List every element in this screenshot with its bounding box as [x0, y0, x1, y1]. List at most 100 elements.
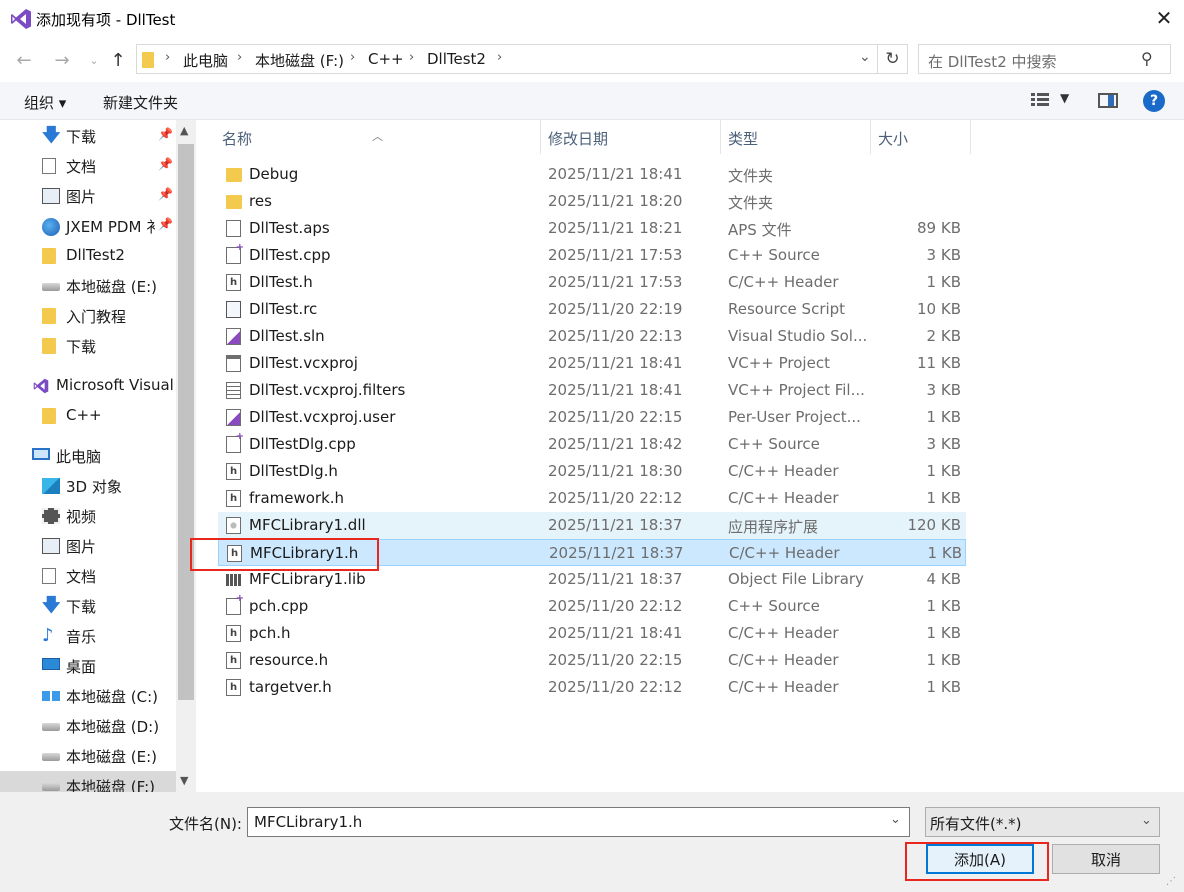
- preview-pane-icon[interactable]: [1098, 93, 1118, 108]
- column-divider[interactable]: [720, 120, 721, 154]
- file-row[interactable]: DllTest.vcxproj.user 2025/11/20 22:15 Per-…: [218, 404, 966, 431]
- search-input[interactable]: 在 DllTest2 中搜索: [928, 51, 1057, 72]
- file-type: 应用程序扩展: [728, 518, 819, 536]
- resize-grip-icon[interactable]: ⋰: [1166, 876, 1176, 887]
- pin-icon[interactable]: 📌: [158, 217, 173, 231]
- pin-icon[interactable]: 📌: [158, 187, 173, 201]
- file-row[interactable]: DllTest.sln 2025/11/20 22:13 Visual Studio…: [218, 323, 966, 350]
- view-details-icon[interactable]: [1031, 93, 1049, 107]
- refresh-icon[interactable]: ↻: [877, 45, 907, 73]
- file-row[interactable]: DllTest.vcxproj.filters 2025/11/21 18:41 V…: [218, 377, 966, 404]
- file-name: DllTest.vcxproj.user: [249, 408, 396, 426]
- sidebar-item-desktop[interactable]: 桌面: [0, 651, 176, 681]
- file-row[interactable]: resource.h 2025/11/20 22:15 C/C++ Header 1 …: [218, 647, 966, 674]
- scrollbar-thumb[interactable]: [178, 144, 194, 700]
- address-bar[interactable]: › 此电脑 › 本地磁盘 (F:) › C++ › DllTest2 › ⌄ ↻: [136, 44, 908, 74]
- column-header-type[interactable]: 类型: [728, 128, 758, 149]
- pin-icon[interactable]: 📌: [158, 127, 173, 141]
- sidebar-item-documents-pc[interactable]: 文档: [0, 561, 176, 591]
- close-icon[interactable]: ✕: [1150, 4, 1178, 32]
- breadcrumb-dlltest2[interactable]: DllTest2: [427, 50, 486, 68]
- sidebar-item-drive-e[interactable]: 本地磁盘 (E:): [0, 271, 176, 301]
- column-divider[interactable]: [970, 120, 971, 154]
- sidebar-item-label: JXEM PDM 衤: [66, 218, 162, 236]
- help-icon[interactable]: ?: [1143, 90, 1165, 112]
- column-divider[interactable]: [870, 120, 871, 154]
- file-row[interactable]: framework.h 2025/11/20 22:12 C/C++ Header 1…: [218, 485, 966, 512]
- breadcrumb-this-pc[interactable]: 此电脑: [183, 50, 228, 71]
- breadcrumb-drive-f[interactable]: 本地磁盘 (F:): [255, 50, 344, 71]
- cancel-button[interactable]: 取消: [1052, 844, 1160, 874]
- back-arrow-icon[interactable]: ←: [12, 48, 36, 72]
- sidebar-item-downloads-folder[interactable]: 下载: [0, 331, 176, 361]
- sidebar-item-3d-objects[interactable]: 3D 对象: [0, 471, 176, 501]
- file-row[interactable]: res 2025/11/21 18:20 文件夹: [218, 188, 966, 215]
- chevron-right-icon[interactable]: ›: [350, 50, 355, 65]
- sidebar-item-documents[interactable]: 文档 📌: [0, 151, 176, 181]
- file-row[interactable]: DllTest.vcxproj 2025/11/21 18:41 VC++ Proj…: [218, 350, 966, 377]
- sidebar-item-music[interactable]: ♪ 音乐: [0, 621, 176, 651]
- videos-icon: [42, 508, 60, 524]
- chevron-right-icon[interactable]: ›: [497, 50, 502, 65]
- column-header-size[interactable]: 大小: [878, 128, 908, 149]
- column-divider[interactable]: [540, 120, 541, 154]
- search-icon[interactable]: ⚲: [1141, 49, 1153, 68]
- view-dropdown-icon[interactable]: ▼: [1060, 91, 1069, 105]
- sidebar-item-pictures-pc[interactable]: 图片: [0, 531, 176, 561]
- sidebar-item-label: 本地磁盘 (E:): [66, 748, 158, 766]
- column-header-date[interactable]: 修改日期: [548, 128, 608, 149]
- file-type-select[interactable]: 所有文件(*.*) ⌄: [925, 807, 1160, 837]
- sidebar-item-drive-c[interactable]: 本地磁盘 (C:): [0, 681, 176, 711]
- filename-input[interactable]: [247, 807, 910, 837]
- search-box[interactable]: 在 DllTest2 中搜索 ⚲: [918, 44, 1171, 74]
- sidebar-item-downloads-pc[interactable]: 🡇 下载: [0, 591, 176, 621]
- sidebar-item-downloads[interactable]: 🡇 下载 📌: [0, 121, 176, 151]
- recent-locations-chevron-icon[interactable]: ⌄: [82, 48, 106, 72]
- file-size: 10 KB: [917, 300, 961, 318]
- sidebar-item-microsoft-visual[interactable]: Microsoft Visual: [0, 371, 176, 401]
- file-row[interactable]: pch.h 2025/11/21 18:41 C/C++ Header 1 KB: [218, 620, 966, 647]
- file-row[interactable]: DllTest.rc 2025/11/20 22:19 Resource Scrip…: [218, 296, 966, 323]
- sidebar-item-videos[interactable]: 视频: [0, 501, 176, 531]
- forward-arrow-icon[interactable]: →: [50, 48, 74, 72]
- file-row[interactable]: targetver.h 2025/11/20 22:12 C/C++ Header 1…: [218, 674, 966, 701]
- file-row[interactable]: MFCLibrary1.dll 2025/11/21 18:37 应用程序扩展 120…: [218, 512, 966, 539]
- cpp-file-icon: [226, 593, 244, 615]
- file-name: DllTest.cpp: [249, 246, 331, 264]
- file-date: 2025/11/21 18:41: [548, 165, 683, 183]
- pin-icon[interactable]: 📌: [158, 157, 173, 171]
- sidebar-item-jxem-pdm[interactable]: JXEM PDM 衤 📌: [0, 211, 176, 241]
- file-type: C/C++ Header: [728, 651, 839, 669]
- cpp-file-icon: [226, 431, 244, 453]
- scroll-up-icon[interactable]: ▲: [180, 124, 188, 137]
- chevron-right-icon[interactable]: ›: [237, 50, 242, 65]
- file-row[interactable]: DllTest.cpp 2025/11/21 17:53 C++ Source 3 K…: [218, 242, 966, 269]
- chevron-right-icon[interactable]: ›: [165, 50, 170, 65]
- sidebar-item-tutorial[interactable]: 入门教程: [0, 301, 176, 331]
- sidebar-item-dlltest2[interactable]: DllTest2: [0, 241, 176, 271]
- sidebar-item-drive-e-pc[interactable]: 本地磁盘 (E:): [0, 741, 176, 771]
- file-row[interactable]: DllTest.h 2025/11/21 17:53 C/C++ Header 1 K…: [218, 269, 966, 296]
- file-row[interactable]: DllTest.aps 2025/11/21 18:21 APS 文件 89 KB: [218, 215, 966, 242]
- scroll-down-icon[interactable]: ▼: [180, 774, 188, 787]
- sidebar-item-label: 音乐: [66, 628, 97, 646]
- sidebar-item-pictures[interactable]: 图片 📌: [0, 181, 176, 211]
- file-row[interactable]: DllTestDlg.cpp 2025/11/21 18:42 C++ Source…: [218, 431, 966, 458]
- sidebar-item-drive-f[interactable]: 本地磁盘 (F:): [0, 771, 176, 792]
- up-arrow-icon[interactable]: ↑: [106, 48, 130, 72]
- file-row[interactable]: Debug 2025/11/21 18:41 文件夹: [218, 161, 966, 188]
- sidebar-scrollbar[interactable]: ▲ ▼: [176, 120, 196, 792]
- column-header-name[interactable]: 名称: [222, 128, 252, 149]
- address-dropdown-icon[interactable]: ⌄: [859, 49, 871, 65]
- chevron-right-icon[interactable]: ›: [409, 50, 414, 65]
- organize-button[interactable]: 组织 ▾: [24, 92, 66, 113]
- file-row[interactable]: pch.cpp 2025/11/20 22:12 C++ Source 1 KB: [218, 593, 966, 620]
- breadcrumb-cpp[interactable]: C++: [368, 50, 404, 68]
- file-row[interactable]: DllTestDlg.h 2025/11/21 18:30 C/C++ Header…: [218, 458, 966, 485]
- sidebar-item-drive-d[interactable]: 本地磁盘 (D:): [0, 711, 176, 741]
- chevron-down-icon[interactable]: ⌄: [890, 812, 901, 827]
- sidebar-item-this-pc[interactable]: 此电脑: [0, 441, 176, 471]
- sidebar-item-cpp[interactable]: C++: [0, 401, 176, 431]
- sidebar-item-label: 本地磁盘 (D:): [66, 718, 160, 736]
- new-folder-button[interactable]: 新建文件夹: [103, 92, 178, 113]
